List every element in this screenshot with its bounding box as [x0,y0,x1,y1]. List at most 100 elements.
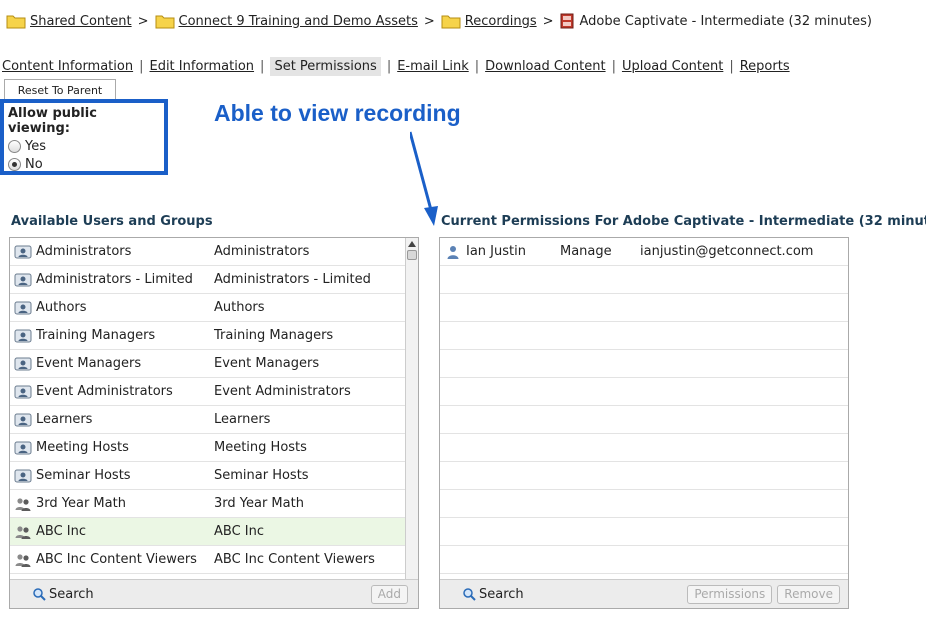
row-email: ianjustin@getconnect.com [640,244,814,259]
empty-row [440,266,848,294]
row-login: 3rd Year Math [214,496,304,511]
row-name: ABC Inc [36,524,87,539]
no-radio[interactable] [8,158,21,171]
tab-separator: | [260,58,265,74]
table-row[interactable]: 3rd Year Math 3rd Year Math [10,490,405,518]
search-button[interactable]: Search [462,587,524,602]
table-row[interactable]: Event Managers Event Managers [10,350,405,378]
group-icon [14,413,32,426]
tab-separator: | [611,58,616,74]
available-users-panel: Administrators Administrators Administrato… [9,237,419,609]
current-permissions-footer: Search Permissions Remove [440,579,848,608]
public-viewing-box: Allow public viewing: Yes No [0,99,168,175]
breadcrumb-current-label: Adobe Captivate - Intermediate (32 minut… [579,13,872,29]
search-icon [463,588,476,601]
table-row[interactable]: ABC Inc Content Viewers ABC Inc Content V… [10,546,405,574]
tab-content-information[interactable]: Content Information [2,57,133,76]
table-row[interactable]: Event Administrators Event Administrators [10,378,405,406]
group-icon [14,245,32,258]
group-icon [14,357,32,370]
table-row[interactable]: Administrators - Limited Administrators -… [10,266,405,294]
empty-row [440,462,848,490]
breadcrumb-item-recordings[interactable]: Recordings [441,13,537,29]
table-row[interactable]: Administrators Administrators [10,238,405,266]
folder-icon [441,15,461,29]
group-icon [14,469,32,482]
group-icon [14,385,32,398]
group-icon [14,301,32,314]
breadcrumb-item-connect9[interactable]: Connect 9 Training and Demo Assets [155,13,418,29]
empty-row [440,434,848,462]
search-label: Search [479,586,524,602]
remove-button[interactable]: Remove [777,584,840,604]
row-login: Seminar Hosts [214,468,309,483]
permissions-button[interactable]: Permissions [687,584,773,604]
row-login: Meeting Hosts [214,440,307,455]
tab-set-permissions[interactable]: Set Permissions [270,56,381,76]
empty-row [440,294,848,322]
folder-icon [155,15,175,29]
annotation-text: Able to view recording [214,100,461,126]
add-button[interactable]: Add [370,584,408,604]
tab-separator: | [386,58,392,74]
tab-reports[interactable]: Reports [740,57,790,76]
reset-to-parent-button[interactable]: Reset To Parent [4,79,116,100]
table-row[interactable]: Authors Authors [10,294,405,322]
row-name: ABC Inc Content Viewers [36,552,197,567]
row-name: Event Managers [36,356,142,371]
search-button[interactable]: Search [32,587,94,602]
table-row[interactable]: Ian Justin Manage ianjustin@getconnect.com [440,238,848,266]
tab-download-content[interactable]: Download Content [485,57,605,76]
empty-row [440,518,848,546]
scroll-up-icon[interactable] [407,240,417,248]
film-icon [560,13,573,29]
table-row[interactable]: Training Managers Training Managers [10,322,405,350]
yes-radio[interactable] [8,140,21,153]
breadcrumb-item-shared-content[interactable]: Shared Content [6,13,132,29]
row-name: 3rd Year Math [36,496,126,511]
current-permissions-title: Current Permissions For Adobe Captivate … [441,214,926,229]
empty-row [440,350,848,378]
breadcrumb-link[interactable]: Recordings [465,14,537,29]
search-icon [33,588,46,601]
scroll-thumb[interactable] [407,250,417,260]
group-icon [14,273,32,286]
available-users-footer: Search Add [10,579,418,608]
empty-row [440,378,848,406]
users-icon [15,525,31,539]
table-row[interactable]: Seminar Hosts Seminar Hosts [10,462,405,490]
table-row[interactable]: Meeting Hosts Meeting Hosts [10,434,405,462]
tab-upload-content[interactable]: Upload Content [622,57,723,76]
group-icon [14,329,32,342]
tab-separator: | [729,58,734,74]
table-row[interactable]: ABC Inc ABC Inc [10,518,405,546]
available-users-list: Administrators Administrators Administrato… [10,238,405,574]
tab-separator: | [139,58,144,74]
empty-row [440,322,848,350]
row-login: Administrators - Limited [214,272,371,287]
current-permissions-panel: Ian Justin Manage ianjustin@getconnect.com… [439,237,849,609]
content-tabs: Content Information | Edit Information |… [2,55,790,77]
row-name: Administrators - Limited [36,272,193,287]
public-viewing-no-option[interactable]: No [8,157,160,172]
row-login: Authors [214,300,265,315]
breadcrumb-separator: > [137,13,149,29]
row-name: Training Managers [36,328,156,343]
scrollbar[interactable] [405,238,418,579]
current-permissions-list: Ian Justin Manage ianjustin@getconnect.com [440,238,848,574]
breadcrumb-link[interactable]: Connect 9 Training and Demo Assets [179,14,418,29]
table-row[interactable]: Learners Learners [10,406,405,434]
breadcrumb: Shared Content > Connect 9 Training and … [6,10,872,32]
tab-edit-information[interactable]: Edit Information [149,57,254,76]
row-name: Event Administrators [36,384,173,399]
row-login: ABC Inc Content Viewers [214,552,375,567]
folder-icon [6,15,26,29]
user-icon [447,245,459,259]
row-name: Meeting Hosts [36,440,129,455]
breadcrumb-link[interactable]: Shared Content [30,14,132,29]
public-viewing-yes-option[interactable]: Yes [8,139,160,154]
search-label: Search [49,586,94,602]
group-icon [14,441,32,454]
available-users-title: Available Users and Groups [11,214,213,229]
tab-email-link[interactable]: E-mail Link [397,57,469,76]
